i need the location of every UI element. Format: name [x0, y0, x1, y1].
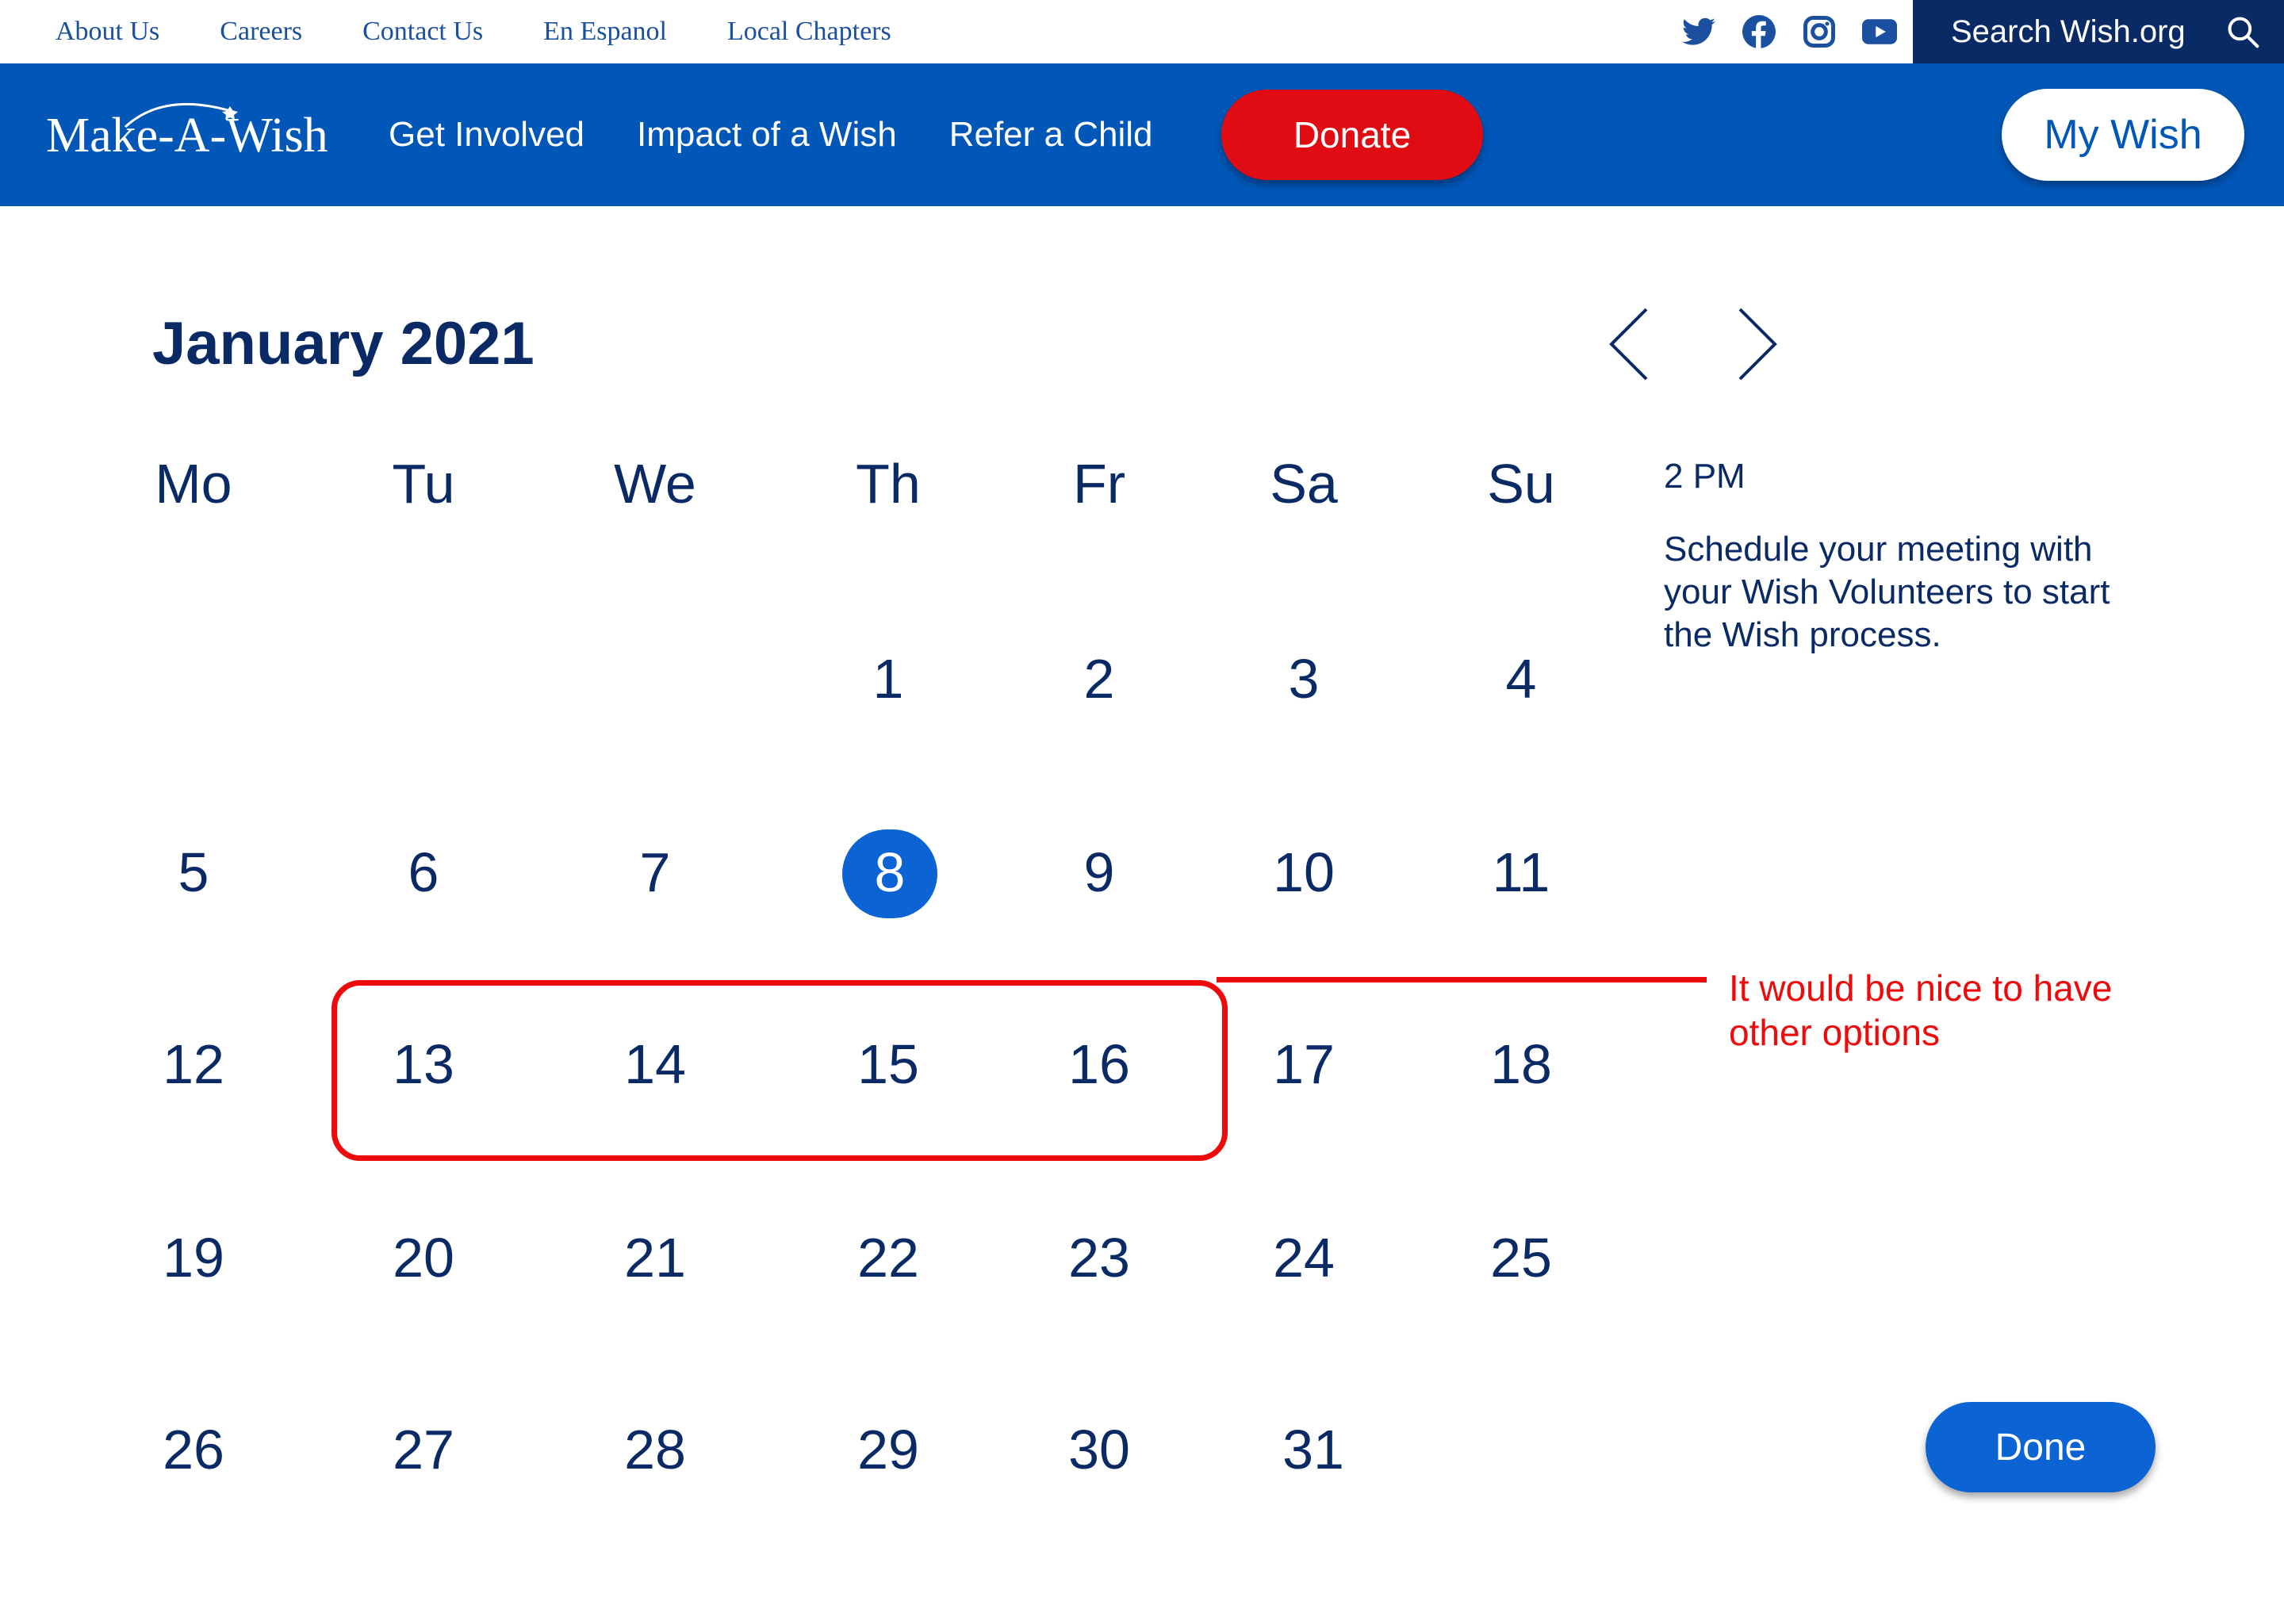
day-cell[interactable]: 4 — [1466, 631, 1577, 726]
weekday-mo: Mo — [155, 453, 232, 515]
day-cell[interactable]: 28 — [600, 1402, 711, 1497]
logo-swoosh-icon — [124, 102, 238, 128]
instagram-icon[interactable] — [1802, 14, 1837, 49]
day-cell[interactable]: 31 — [1258, 1402, 1369, 1497]
careers-link[interactable]: Careers — [220, 17, 302, 47]
primary-links: Get Involved Impact of a Wish Refer a Ch… — [389, 63, 1205, 206]
contact-us-link[interactable]: Contact Us — [362, 17, 483, 47]
weekday-sa: Sa — [1270, 453, 1338, 515]
time-label: 2 PM — [1664, 457, 1746, 496]
previous-month-icon[interactable] — [1605, 304, 1653, 384]
my-wish-button[interactable]: My Wish — [2002, 89, 2244, 181]
impact-of-a-wish-link[interactable]: Impact of a Wish — [637, 115, 897, 155]
day-cell[interactable]: 1 — [833, 631, 944, 726]
en-espanol-link[interactable]: En Espanol — [543, 17, 667, 47]
day-cell[interactable]: 21 — [600, 1210, 711, 1305]
day-cell[interactable]: 12 — [138, 1017, 249, 1112]
annotation-highlight-box — [331, 980, 1228, 1161]
day-cell-selected[interactable]: 8 — [834, 825, 945, 920]
day-cell[interactable]: 27 — [368, 1402, 479, 1497]
main-nav: Make-A-Wish Get Involved Impact of a Wis… — [0, 63, 2284, 206]
day-cell[interactable]: 30 — [1044, 1402, 1155, 1497]
weekday-su: Su — [1487, 453, 1555, 515]
schedule-description: Schedule your meeting with your Wish Vol… — [1664, 530, 2110, 654]
day-cell[interactable]: 29 — [833, 1402, 944, 1497]
annotation-connector-line — [1217, 977, 1707, 982]
next-month-icon[interactable] — [1734, 304, 1781, 384]
site-search[interactable]: Search Wish.org — [1913, 0, 2284, 63]
annotation-note: It would be nice to have other options — [1729, 967, 2113, 1053]
search-label: Search Wish.org — [1951, 13, 2186, 49]
utility-links: About Us Careers Contact Us En Espanol L… — [56, 0, 952, 63]
weekday-th: Th — [856, 453, 921, 515]
day-cell[interactable]: 23 — [1044, 1210, 1155, 1305]
search-icon[interactable] — [2225, 14, 2260, 49]
donate-button[interactable]: Donate — [1221, 90, 1483, 180]
twitter-icon[interactable] — [1681, 14, 1716, 49]
social-links — [1681, 14, 1922, 49]
day-cell[interactable]: 26 — [138, 1402, 249, 1497]
day-cell[interactable]: 9 — [1044, 825, 1155, 920]
day-cell[interactable]: 3 — [1248, 631, 1359, 726]
refer-a-child-link[interactable]: Refer a Child — [949, 115, 1153, 155]
about-us-link[interactable]: About Us — [56, 17, 159, 47]
month-title: January 2021 — [152, 310, 535, 377]
get-involved-link[interactable]: Get Involved — [389, 115, 584, 155]
day-cell[interactable]: 5 — [138, 825, 249, 920]
day-cell[interactable]: 22 — [833, 1210, 944, 1305]
day-cell[interactable]: 11 — [1466, 825, 1577, 920]
local-chapters-link[interactable]: Local Chapters — [727, 17, 891, 47]
weekday-fr: Fr — [1072, 453, 1126, 515]
weekday-we: We — [614, 453, 696, 515]
done-button[interactable]: Done — [1926, 1402, 2156, 1492]
day-cell[interactable]: 20 — [368, 1210, 479, 1305]
youtube-icon[interactable] — [1862, 14, 1897, 49]
facebook-icon[interactable] — [1742, 14, 1776, 49]
day-cell[interactable]: 17 — [1248, 1017, 1359, 1112]
day-cell[interactable]: 7 — [600, 825, 711, 920]
day-cell[interactable]: 2 — [1044, 631, 1155, 726]
day-cell[interactable]: 10 — [1248, 825, 1359, 920]
day-cell[interactable]: 6 — [368, 825, 479, 920]
day-cell[interactable]: 24 — [1248, 1210, 1359, 1305]
weekday-tu: Tu — [392, 453, 455, 515]
utility-bar: About Us Careers Contact Us En Espanol L… — [0, 0, 2284, 63]
day-cell[interactable]: 25 — [1466, 1210, 1577, 1305]
day-cell[interactable]: 18 — [1466, 1017, 1577, 1112]
day-cell[interactable]: 19 — [138, 1210, 249, 1305]
